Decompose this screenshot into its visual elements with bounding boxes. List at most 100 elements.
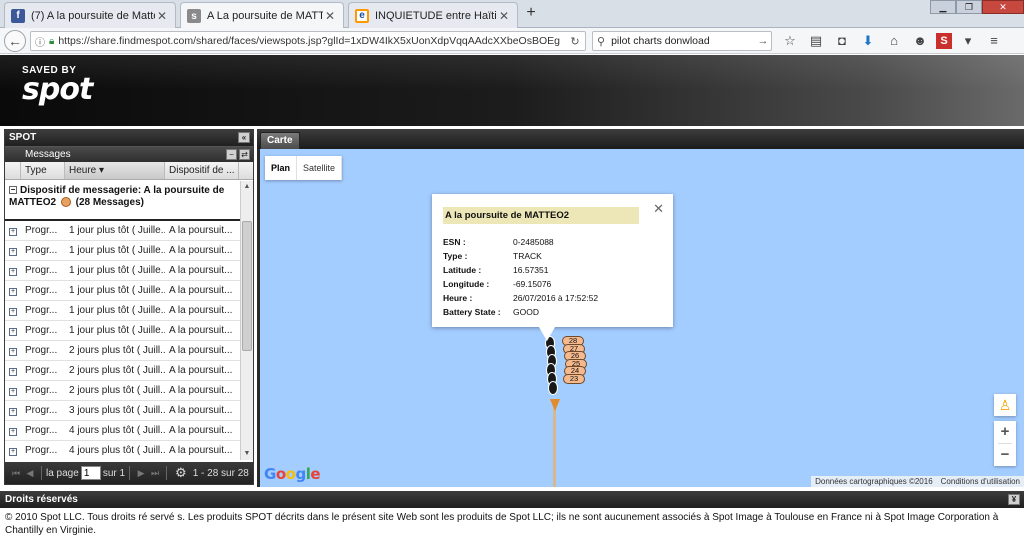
first-page-icon[interactable]: ⏮ bbox=[9, 468, 23, 479]
footer-header: Droits réservés ¥ bbox=[0, 491, 1024, 508]
bookmark-star-icon[interactable]: ☆ bbox=[780, 31, 800, 51]
browser-tab-facebook[interactable]: f (7) A la poursuite de Matté... ✕ bbox=[4, 2, 176, 28]
browser-tab-inquietude[interactable]: e INQUIETUDE entre Haïti et... ✕ bbox=[348, 2, 518, 28]
expand-row-icon[interactable]: + bbox=[9, 248, 17, 256]
minimize-messages-button[interactable]: − bbox=[226, 149, 237, 160]
col-type[interactable]: Type bbox=[21, 162, 65, 179]
menu-icon[interactable]: ≡ bbox=[984, 31, 1004, 51]
new-tab-button[interactable]: + bbox=[522, 4, 540, 22]
table-row[interactable]: + Progr... 2 jours plus tôt ( Juill... A la… bbox=[5, 381, 241, 401]
collapse-group-icon[interactable]: − bbox=[9, 186, 17, 194]
expand-row-icon[interactable]: + bbox=[9, 368, 17, 376]
search-go-icon[interactable]: → bbox=[755, 35, 771, 47]
expand-row-cell[interactable]: + bbox=[5, 421, 21, 440]
col-heure[interactable]: Heure ▾ bbox=[65, 162, 165, 179]
tab-carte[interactable]: Carte bbox=[260, 132, 300, 149]
close-icon[interactable]: ✕ bbox=[323, 9, 337, 23]
zoom-out-button[interactable]: − bbox=[994, 444, 1016, 466]
back-button[interactable]: ← bbox=[4, 30, 26, 52]
table-row[interactable]: + Progr... 1 jour plus tôt ( Juille... A la… bbox=[5, 281, 241, 301]
latest-position-pin[interactable] bbox=[550, 399, 560, 411]
table-row[interactable]: + Progr... 1 jour plus tôt ( Juille... A la… bbox=[5, 301, 241, 321]
pocket-icon[interactable]: ◘ bbox=[832, 31, 852, 51]
track-point-label[interactable]: 23 bbox=[563, 373, 585, 384]
expand-row-cell[interactable]: + bbox=[5, 221, 21, 240]
expand-row-icon[interactable]: + bbox=[9, 408, 17, 416]
expand-row-cell[interactable]: + bbox=[5, 341, 21, 360]
reading-list-icon[interactable]: ▤ bbox=[806, 31, 826, 51]
prev-page-icon[interactable]: ◀ bbox=[23, 468, 37, 479]
info-field-value: 16.57351 bbox=[513, 265, 549, 275]
map-type-plan[interactable]: Plan bbox=[265, 156, 298, 180]
expand-row-cell[interactable]: + bbox=[5, 381, 21, 400]
close-window-button[interactable]: ✕ bbox=[982, 0, 1024, 14]
terms-link[interactable]: Conditions d'utilisation bbox=[941, 476, 1020, 487]
url-text[interactable]: https://share.findmespot.com/shared/face… bbox=[58, 35, 565, 47]
expand-row-icon[interactable]: + bbox=[9, 268, 17, 276]
expand-row-cell[interactable]: + bbox=[5, 441, 21, 460]
expand-row-cell[interactable]: + bbox=[5, 401, 21, 420]
next-page-icon[interactable]: ▶ bbox=[134, 468, 148, 479]
chat-icon[interactable]: ☻ bbox=[910, 31, 930, 51]
download-icon[interactable]: ⬇ bbox=[858, 31, 878, 51]
table-row[interactable]: + Progr... 2 jours plus tôt ( Juill... A la… bbox=[5, 341, 241, 361]
expand-row-cell[interactable]: + bbox=[5, 241, 21, 260]
refresh-gear-icon[interactable]: ⚙ bbox=[175, 465, 187, 481]
close-icon[interactable]: ✕ bbox=[155, 9, 169, 23]
scroll-thumb[interactable] bbox=[242, 221, 252, 351]
maximize-button[interactable]: ❐ bbox=[956, 0, 982, 14]
expand-row-icon[interactable]: + bbox=[9, 448, 17, 456]
expand-row-icon[interactable]: + bbox=[9, 388, 17, 396]
col-dispositif[interactable]: Dispositif de ... bbox=[165, 162, 239, 179]
map-type-satellite[interactable]: Satellite bbox=[297, 156, 343, 180]
browser-tab-spot[interactable]: s A La poursuite de MATTEO2 ✕ bbox=[180, 2, 344, 29]
close-icon[interactable]: ✕ bbox=[653, 201, 664, 217]
expand-row-icon[interactable]: + bbox=[9, 348, 17, 356]
table-row[interactable]: + Progr... 1 jour plus tôt ( Juille... A la… bbox=[5, 261, 241, 281]
close-icon[interactable]: ✕ bbox=[497, 9, 511, 23]
expand-row-icon[interactable]: + bbox=[9, 308, 17, 316]
table-row[interactable]: + Progr... 1 jour plus tôt ( Juille... A la… bbox=[5, 241, 241, 261]
table-row[interactable]: + Progr... 1 jour plus tôt ( Juille... A la… bbox=[5, 321, 241, 341]
expand-row-cell[interactable]: + bbox=[5, 321, 21, 340]
info-icon[interactable]: ⓘ bbox=[35, 34, 45, 49]
street-view-pegman-icon[interactable]: ♙ bbox=[994, 394, 1016, 416]
reload-icon[interactable]: ↻ bbox=[565, 35, 585, 48]
expand-row-cell[interactable]: + bbox=[5, 261, 21, 280]
page-input[interactable] bbox=[80, 466, 101, 480]
expand-row-icon[interactable]: + bbox=[9, 288, 17, 296]
minimize-button[interactable]: ▁ bbox=[930, 0, 956, 14]
panel-title: SPOT bbox=[9, 132, 37, 143]
home-icon[interactable]: ⌂ bbox=[884, 31, 904, 51]
group-header[interactable]: − Dispositif de messagerie: A la poursuit… bbox=[5, 181, 241, 221]
grid-scrollbar[interactable]: ▲ ▼ bbox=[240, 181, 253, 460]
expand-row-cell[interactable]: + bbox=[5, 281, 21, 300]
expand-row-icon[interactable]: + bbox=[9, 228, 17, 236]
track-point-pin[interactable] bbox=[548, 381, 558, 395]
scroll-up-icon[interactable]: ▲ bbox=[241, 181, 253, 193]
zoom-in-button[interactable]: + bbox=[994, 421, 1016, 443]
expand-row-cell[interactable]: + bbox=[5, 301, 21, 320]
extension-dropdown-icon[interactable]: ▾ bbox=[958, 31, 978, 51]
sort-desc-icon: ▾ bbox=[99, 165, 105, 176]
expand-row-cell[interactable]: + bbox=[5, 361, 21, 380]
table-row[interactable]: + Progr... 3 jours plus tôt ( Juill... A la… bbox=[5, 401, 241, 421]
last-page-icon[interactable]: ⏭ bbox=[148, 468, 162, 479]
url-bar[interactable]: ⓘ 🔒︎ https://share.findmespot.com/shared… bbox=[30, 31, 586, 51]
cell-heure: 2 jours plus tôt ( Juill... bbox=[69, 365, 165, 376]
search-bar[interactable]: ⚲ → bbox=[592, 31, 772, 51]
search-input[interactable] bbox=[611, 35, 755, 47]
expand-row-icon[interactable]: + bbox=[9, 328, 17, 336]
table-row[interactable]: + Progr... 2 jours plus tôt ( Juill... A la… bbox=[5, 361, 241, 381]
table-row[interactable]: + Progr... 4 jours plus tôt ( Juill... A la… bbox=[5, 441, 241, 460]
toolbar-icons: ☆ ▤ ◘ ⬇ ⌂ ☻ S ▾ ≡ bbox=[780, 31, 1004, 51]
scroll-down-icon[interactable]: ▼ bbox=[241, 448, 253, 460]
table-row[interactable]: + Progr... 1 jour plus tôt ( Juille... A la… bbox=[5, 221, 241, 241]
collapse-footer-button[interactable]: ¥ bbox=[1008, 494, 1020, 505]
refresh-messages-button[interactable]: ⇄ bbox=[239, 149, 250, 160]
table-row[interactable]: + Progr... 4 jours plus tôt ( Juill... A la… bbox=[5, 421, 241, 441]
map-canvas[interactable]: Plan Satellite 28 27 26 25 24 23 A la poursui… bbox=[260, 149, 1024, 487]
expand-row-icon[interactable]: + bbox=[9, 428, 17, 436]
extension-s-icon[interactable]: S bbox=[936, 33, 952, 49]
collapse-panel-button[interactable]: « bbox=[238, 132, 250, 143]
